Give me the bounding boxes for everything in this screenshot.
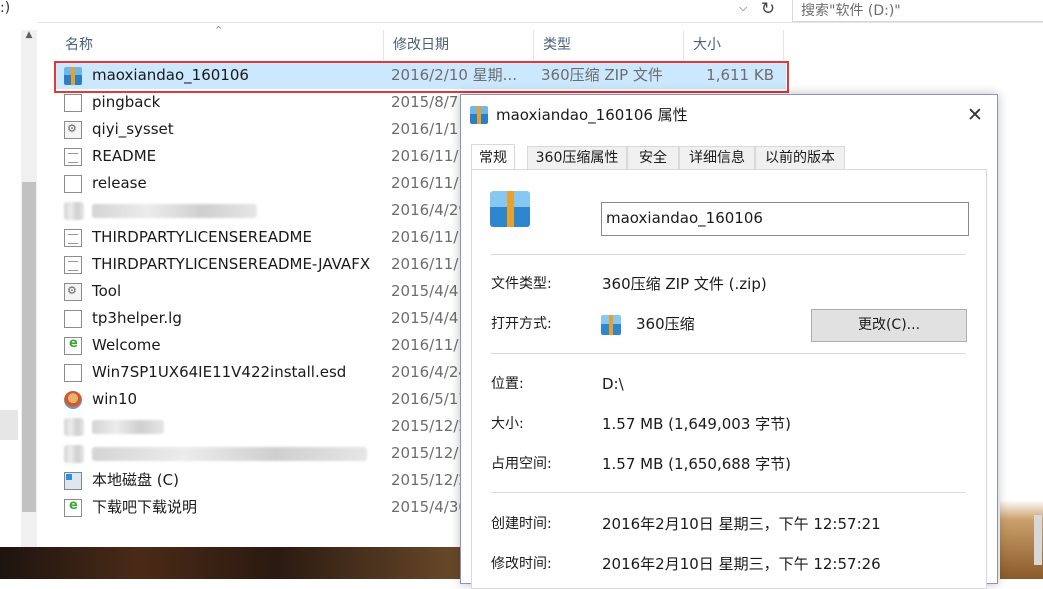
file-date: 2015/12/1: [391, 444, 468, 462]
chevron-down-icon[interactable]: ⌵: [734, 0, 752, 18]
redacted-file-name: [92, 447, 367, 461]
prop-value-size: 1.57 MB (1,649,003 字节): [602, 415, 791, 433]
zip-icon: [470, 106, 488, 124]
blurred-icon: [64, 418, 84, 436]
file-date: 2016/11/1: [391, 255, 468, 273]
search-input[interactable]: 搜索"软件 (D:)": [792, 0, 1043, 22]
column-size[interactable]: 大小: [684, 30, 784, 60]
file-name: Welcome: [92, 336, 161, 354]
prop-label-size: 大小:: [491, 416, 524, 432]
file-date: 2016/1/1: [391, 120, 459, 138]
divider: [491, 353, 966, 354]
text-file-icon: [64, 148, 82, 166]
zip-file-large-icon: [490, 191, 530, 227]
web-file-icon: [64, 336, 82, 355]
blurred-icon: [64, 445, 84, 463]
dialog-title: maoxiandao_160106 属性: [496, 106, 688, 124]
file-date: 2016/11/1: [391, 228, 468, 246]
file-date: 2015/12/2: [391, 471, 468, 489]
file-date: 2016/4/24: [391, 363, 468, 381]
divider: [491, 492, 966, 493]
scroll-up-icon[interactable]: ▲: [21, 30, 37, 44]
file-name: qiyi_sysset: [92, 120, 174, 138]
file-name: THIRDPARTYLICENSEREADME: [92, 228, 312, 246]
prop-label-opens-with: 打开方式:: [491, 316, 552, 332]
prop-value-modified: 2016年2月10日 星期三，下午 12:57:26: [602, 555, 881, 573]
web-file-icon: [64, 498, 82, 517]
file-name: Tool: [92, 282, 122, 300]
dialog-titlebar[interactable]: maoxiandao_160106 属性 ✕: [461, 95, 997, 135]
address-path[interactable]: :): [0, 0, 10, 16]
prop-label-modified: 修改时间:: [491, 556, 552, 572]
navigation-pane: ▲: [0, 22, 38, 550]
file-date: 2016/4/29: [391, 201, 468, 219]
column-date[interactable]: 修改日期: [384, 30, 534, 60]
prop-value-opens-with: 360压缩: [636, 315, 695, 333]
column-name[interactable]: 名称: [56, 30, 384, 60]
refresh-icon[interactable]: ↻: [758, 0, 778, 19]
column-type[interactable]: 类型: [534, 30, 684, 60]
selection-highlight-box: [54, 61, 789, 93]
desktop-background: [0, 547, 461, 579]
tab-details[interactable]: 详细信息: [679, 146, 755, 169]
file-name: THIRDPARTYLICENSEREADME-JAVAFX: [92, 255, 371, 273]
nav-selected-item[interactable]: [0, 410, 18, 440]
prop-label-location: 位置:: [491, 376, 524, 392]
column-header: ⌃ 名称 修改日期 类型 大小: [56, 24, 786, 60]
redacted-file-name: [92, 420, 164, 434]
blank-file-icon: [64, 364, 82, 382]
prop-value-location: D:\: [602, 375, 624, 393]
right-scrollbar[interactable]: [1034, 515, 1042, 565]
file-date: 2015/12/2: [391, 417, 468, 435]
prop-label-type: 文件类型:: [491, 276, 552, 292]
tab-360zip[interactable]: 360压缩属性: [527, 146, 627, 169]
blank-file-icon: [64, 310, 82, 328]
change-button[interactable]: 更改(C)...: [811, 309, 967, 342]
properties-dialog: maoxiandao_160106 属性 ✕ 常规 360压缩属性 安全 详细信…: [460, 94, 998, 589]
file-date: 2016/11/1: [391, 174, 468, 192]
file-name: 下载吧下载说明: [92, 498, 198, 516]
tab-security[interactable]: 安全: [627, 146, 679, 169]
tab-previous-versions[interactable]: 以前的版本: [755, 146, 845, 169]
file-date: 2016/5/17: [391, 390, 468, 408]
prop-label-created: 创建时间:: [491, 516, 552, 532]
text-file-icon: [64, 229, 82, 247]
settings-file-icon: [64, 121, 82, 139]
user-icon: [64, 391, 82, 409]
file-date: 2016/11/1: [391, 147, 468, 165]
blank-file-icon: [64, 94, 82, 112]
tab-general[interactable]: 常规: [471, 144, 515, 169]
blurred-icon: [64, 202, 84, 220]
file-name: pingback: [92, 93, 161, 111]
file-name: 本地磁盘 (C): [92, 471, 179, 489]
file-name: win10: [92, 390, 138, 408]
file-name: release: [92, 174, 147, 192]
prop-label-size-on-disk: 占用空间:: [491, 456, 552, 472]
app-360zip-icon: [601, 315, 621, 335]
file-name: README: [92, 147, 157, 165]
file-name-input[interactable]: maoxiandao_160106: [601, 202, 969, 236]
general-tab-panel: maoxiandao_160106 文件类型: 360压缩 ZIP 文件 (.z…: [471, 169, 987, 589]
file-date: 2015/4/4: [391, 309, 459, 327]
file-date: 2015/4/4: [391, 282, 459, 300]
file-date: 2016/11/1: [391, 336, 468, 354]
search-placeholder: 搜索"软件 (D:)": [801, 3, 901, 19]
close-icon[interactable]: ✕: [963, 103, 987, 127]
text-file-icon: [64, 256, 82, 274]
file-date: 2015/8/7: [391, 93, 459, 111]
redacted-file-name: [92, 204, 257, 218]
prop-value-type: 360压缩 ZIP 文件 (.zip): [602, 275, 767, 293]
nav-scrollbar-thumb[interactable]: [22, 182, 36, 512]
divider: [491, 254, 966, 255]
settings-file-icon: [64, 283, 82, 301]
file-name: Win7SP1UX64IE11V422install.esd: [92, 363, 347, 381]
file-name: tp3helper.lg: [92, 309, 182, 327]
address-bar: :) ⌵ ↻ 搜索"软件 (D:)": [0, 0, 1043, 23]
blank-file-icon: [64, 175, 82, 193]
file-date: 2015/4/30: [391, 498, 468, 516]
prop-value-size-on-disk: 1.57 MB (1,650,688 字节): [602, 455, 791, 473]
disk-shortcut-icon: [64, 472, 82, 490]
prop-value-created: 2016年2月10日 星期三，下午 12:57:21: [602, 515, 881, 533]
